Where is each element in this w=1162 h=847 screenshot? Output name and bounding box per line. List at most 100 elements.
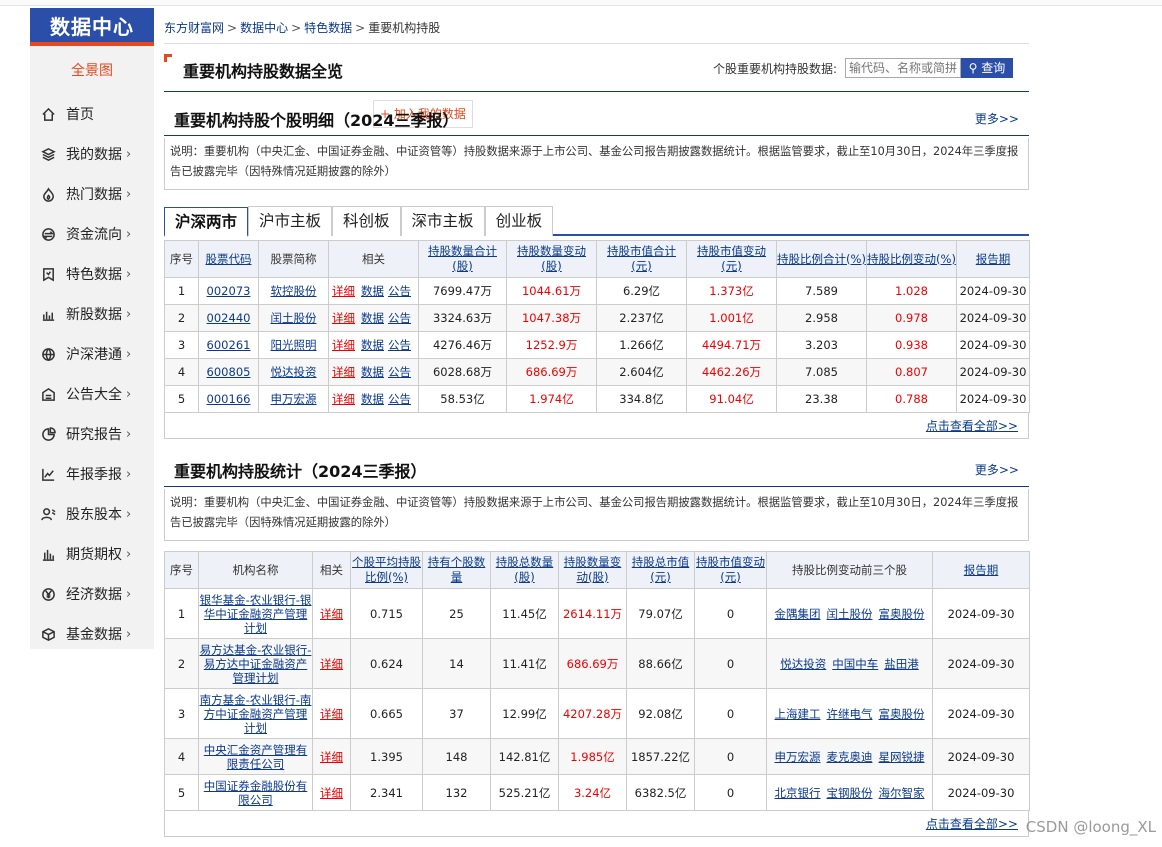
detail-link[interactable]: 详细 [320,750,343,764]
sidebar-item-6[interactable]: 沪深港通 › [30,334,154,374]
column-header[interactable]: 报告期 [956,240,1030,278]
tab-3[interactable]: 深市主板 [400,206,485,236]
detail-link[interactable]: 详细 [332,392,355,406]
column-header-link[interactable]: 个股平均持股比例(%) [352,555,421,584]
top-stock-link[interactable]: 闰土股份 [827,607,873,621]
column-header-link[interactable]: 持股总市值(元) [632,555,690,584]
tab-1[interactable]: 沪市主板 [248,206,333,236]
stock-code-link[interactable]: 002440 [207,311,251,325]
sidebar-logo[interactable]: 数据中心 [30,8,154,46]
breadcrumb-data-center[interactable]: 数据中心 [240,21,288,35]
stock-code-link[interactable]: 002073 [207,284,251,298]
detail-link[interactable]: 详细 [320,607,343,621]
detail-link[interactable]: 详细 [332,284,355,298]
notice-link[interactable]: 公告 [388,392,411,406]
top-stock-link[interactable]: 上海建工 [775,707,821,721]
column-header[interactable]: 股票代码 [198,240,259,278]
org-stats-view-all-link[interactable]: 点击查看全部>> [926,817,1018,831]
stock-code-link[interactable]: 600805 [207,365,251,379]
top-stock-link[interactable]: 富奥股份 [879,707,925,721]
detail-link[interactable]: 详细 [332,311,355,325]
sidebar-item-0[interactable]: 首页 [30,94,154,134]
data-link[interactable]: 数据 [361,338,384,352]
sidebar-item-11[interactable]: 期货期权 › [30,534,154,574]
column-header-link[interactable]: 持股市值合计(元) [607,244,676,273]
column-header[interactable]: 报告期 [932,551,1030,589]
stock-name-link[interactable]: 阳光照明 [271,338,317,352]
column-header[interactable]: 持股比例变动(%) [866,240,957,278]
detail-link[interactable]: 详细 [320,707,343,721]
section-org-stats-more-link[interactable]: 更多>> [975,461,1019,478]
column-header-link[interactable]: 持股市值变动(元) [696,555,765,584]
sidebar-item-9[interactable]: 年报季报 › [30,454,154,494]
sidebar-item-8[interactable]: 研究报告 › [30,414,154,454]
sidebar-item-5[interactable]: 新股数据 › [30,294,154,334]
sidebar-item-2[interactable]: 热门数据 › [30,174,154,214]
tab-0[interactable]: 沪深两市 [164,207,249,237]
column-header[interactable]: 持股数量变动(股) [506,240,597,278]
column-header[interactable]: 持有个股数量 [422,551,491,589]
column-header-link[interactable]: 持股数量变动(股) [517,244,586,273]
stock-code-link[interactable]: 600261 [207,338,251,352]
column-header-link[interactable]: 持有个股数量 [428,555,486,584]
stock-name-link[interactable]: 软控股份 [271,284,317,298]
tab-2[interactable]: 科创板 [332,206,401,236]
column-header[interactable]: 持股数量合计(股) [418,240,507,278]
top-stock-link[interactable]: 海尔智家 [879,786,925,800]
top-stock-link[interactable]: 申万宏源 [775,750,821,764]
notice-link[interactable]: 公告 [388,284,411,298]
sidebar-item-3[interactable]: 资金流向 › [30,214,154,254]
detail-link[interactable]: 详细 [332,338,355,352]
column-header-link[interactable]: 持股比例变动(%) [867,252,956,266]
column-header[interactable]: 持股总数量(股) [490,551,559,589]
column-header-link[interactable]: 持股总数量(股) [496,555,554,584]
column-header-link[interactable]: 持股数量合计(股) [428,244,497,273]
tab-4[interactable]: 创业板 [484,206,554,236]
column-header-link[interactable]: 报告期 [964,563,999,577]
top-stock-link[interactable]: 麦克奥迪 [827,750,873,764]
breadcrumb-special[interactable]: 特色数据 [304,21,352,35]
column-header[interactable]: 持股市值合计(元) [596,240,687,278]
notice-link[interactable]: 公告 [388,311,411,325]
top-stock-link[interactable]: 金隅集团 [775,607,821,621]
column-header-link[interactable]: 股票代码 [206,252,252,266]
top-stock-link[interactable]: 悦达投资 [780,657,826,671]
sidebar-item-13[interactable]: 基金数据 › [30,614,154,654]
stock-detail-view-all-link[interactable]: 点击查看全部>> [926,419,1018,433]
top-stock-link[interactable]: 许继电气 [827,707,873,721]
column-header[interactable]: 持股市值变动(元) [686,240,777,278]
stock-name-link[interactable]: 闰土股份 [271,311,317,325]
stock-name-link[interactable]: 悦达投资 [271,365,317,379]
column-header-link[interactable]: 持股市值变动(元) [697,244,766,273]
column-header-link[interactable]: 持股比例合计(%) [777,252,866,266]
top-stock-link[interactable]: 中国中车 [832,657,878,671]
notice-link[interactable]: 公告 [388,365,411,379]
org-name-link[interactable]: 中国证券金融股份有限公司 [204,779,308,807]
top-stock-link[interactable]: 富奥股份 [879,607,925,621]
top-stock-link[interactable]: 北京银行 [775,786,821,800]
detail-link[interactable]: 详细 [320,786,343,800]
sidebar-item-12[interactable]: 经济数据 › [30,574,154,614]
data-link[interactable]: 数据 [361,311,384,325]
org-name-link[interactable]: 南方基金-农业银行-南方中证金融资产管理计划 [200,693,312,735]
column-header-link[interactable]: 报告期 [976,252,1011,266]
data-link[interactable]: 数据 [361,392,384,406]
org-name-link[interactable]: 易方达基金-农业银行-易方达中证金融资产管理计划 [200,643,312,685]
stock-name-link[interactable]: 申万宏源 [271,392,317,406]
column-header[interactable]: 持股市值变动(元) [694,551,767,589]
sidebar-overview-link[interactable]: 全景图 [30,46,154,94]
breadcrumb-home[interactable]: 东方财富网 [164,21,224,35]
column-header[interactable]: 持股数量变动(股) [558,551,627,589]
sidebar-item-1[interactable]: 我的数据 › [30,134,154,174]
data-link[interactable]: 数据 [361,365,384,379]
column-header-link[interactable]: 持股数量变动(股) [564,555,622,584]
sidebar-item-7[interactable]: 公告大全 › [30,374,154,414]
top-stock-link[interactable]: 星网锐捷 [879,750,925,764]
stock-code-link[interactable]: 000166 [207,392,251,406]
detail-link[interactable]: 详细 [332,365,355,379]
sidebar-item-10[interactable]: 股东股本 › [30,494,154,534]
data-link[interactable]: 数据 [361,284,384,298]
sidebar-item-4[interactable]: 特色数据 › [30,254,154,294]
column-header[interactable]: 持股比例合计(%) [776,240,867,278]
search-button[interactable]: ⚲ 查询 [961,58,1013,78]
